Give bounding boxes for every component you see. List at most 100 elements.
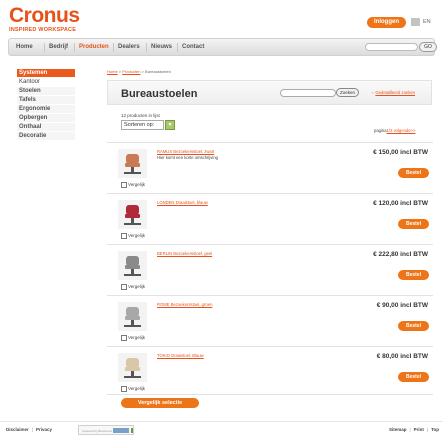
pagination-label: pagina bbox=[374, 128, 387, 133]
sidebar-item-systemen[interactable]: Systemen bbox=[17, 69, 75, 78]
nav-separator bbox=[44, 43, 45, 52]
compare-checkbox[interactable] bbox=[121, 386, 127, 392]
sidebar-item-tafels[interactable]: Tafels bbox=[17, 96, 75, 105]
divider bbox=[107, 394, 433, 395]
order-button[interactable]: Bestel bbox=[398, 270, 429, 280]
product-name-link[interactable]: BERLIN Bezoekersstoel, geel bbox=[157, 251, 212, 256]
compare-label: Vergelijk bbox=[128, 182, 146, 187]
sidebar: Systemen Kantoor Stoelen Tafels Ergonomi… bbox=[17, 69, 75, 141]
footer-separator: | bbox=[409, 427, 411, 432]
pagination-next-link[interactable]: 1/3 volgende>> bbox=[387, 128, 416, 133]
sidebar-item-stoelen[interactable]: Stoelen bbox=[17, 87, 75, 96]
order-button[interactable]: Bestel bbox=[398, 219, 429, 229]
divider bbox=[107, 142, 433, 143]
chevron-down-icon[interactable]: ▼ bbox=[165, 120, 175, 130]
header: Cronus INSPIRED WORKSPACE Inloggen EN bbox=[0, 0, 443, 38]
product-image[interactable] bbox=[118, 353, 147, 382]
product-image[interactable] bbox=[118, 251, 147, 280]
product-name-link[interactable]: ROME Bezoekersstoel, groen bbox=[157, 302, 212, 307]
search-button[interactable]: Zoeken bbox=[336, 88, 359, 97]
product-image[interactable] bbox=[118, 302, 147, 331]
flag-icon[interactable] bbox=[411, 18, 420, 26]
compare-label: Vergelijk bbox=[128, 335, 146, 340]
nav-item-producten[interactable]: Producten bbox=[79, 39, 109, 55]
breadcrumb: Home > Producten > Bureaustoelen bbox=[107, 69, 171, 74]
page-title: Bureaustoelen bbox=[121, 88, 198, 100]
sidebar-item-onthaal[interactable]: Onthaal bbox=[17, 123, 75, 132]
compare-checkbox[interactable] bbox=[121, 284, 127, 290]
sidebar-item-opbergen[interactable]: Opbergen bbox=[17, 114, 75, 123]
product-name-link[interactable]: RAMUS Bezoekersstoel, zwart bbox=[157, 149, 214, 154]
nav-item-contact[interactable]: Contact bbox=[182, 39, 204, 55]
divider bbox=[107, 244, 433, 245]
powered-by-badge[interactable]: powered by Bussiness bbox=[78, 425, 134, 435]
compare-checkbox[interactable] bbox=[121, 233, 127, 239]
product-count: 12 producten in lijst bbox=[121, 113, 160, 118]
footer-right-links: Sitemap | Print | Top bbox=[389, 426, 439, 434]
product-name-link[interactable]: TOKIO Draaistoel, Blauw bbox=[157, 353, 204, 358]
product-price: € 222,80 incl BTW bbox=[373, 251, 428, 258]
footer-separator: | bbox=[31, 427, 33, 432]
nav-item-home[interactable]: Home bbox=[16, 39, 33, 55]
compare-selection-button[interactable]: Vergelijk selectie bbox=[121, 398, 199, 408]
breadcrumb-producten[interactable]: Producten bbox=[122, 69, 140, 74]
product-price: € 80,00 incl BTW bbox=[376, 353, 428, 360]
footer-link-privacy[interactable]: Privacy bbox=[36, 427, 52, 432]
product-price: € 120,00 incl BTW bbox=[373, 200, 428, 207]
compare-label: Vergelijk bbox=[128, 386, 146, 391]
footer-link-print[interactable]: Print bbox=[414, 427, 424, 432]
product-search-input[interactable] bbox=[280, 89, 336, 97]
divider bbox=[107, 295, 433, 296]
nav-item-nieuws[interactable]: Nieuws bbox=[151, 39, 172, 55]
nav-separator bbox=[74, 43, 75, 52]
product-row: Vergelijk BERLIN Bezoekersstoel, geel € … bbox=[107, 248, 433, 298]
advanced-search-label: Gedetailleerd zoeken bbox=[375, 90, 415, 95]
product-price: € 90,00 incl BTW bbox=[376, 302, 428, 309]
product-description: Hier komt een korte omschrijving bbox=[157, 155, 218, 160]
product-image[interactable] bbox=[118, 149, 147, 178]
sort-select[interactable]: Sorteren op: bbox=[121, 120, 164, 130]
brand-logo-icon bbox=[113, 428, 129, 433]
divider bbox=[107, 193, 433, 194]
compare-label: Vergelijk bbox=[128, 284, 146, 289]
powered-by-text: powered by Bussiness bbox=[82, 429, 113, 433]
footer-link-disclaimer[interactable]: Disclaimer bbox=[6, 427, 29, 432]
nav-item-dealers[interactable]: Dealers bbox=[118, 39, 140, 55]
sidebar-item-ergonomie[interactable]: Ergonomie bbox=[17, 105, 75, 114]
sidebar-item-decoratie[interactable]: Decoratie bbox=[17, 132, 75, 141]
footer-left-links: Disclaimer | Privacy bbox=[6, 426, 52, 434]
logo-tagline: INSPIRED WORKSPACE bbox=[9, 27, 77, 33]
pagination: pagina1/3 volgende>> bbox=[374, 128, 415, 133]
product-image[interactable] bbox=[118, 200, 147, 229]
product-row: Vergelijk RAMUS Bezoekersstoel, zwart Hi… bbox=[107, 146, 433, 196]
nav-item-bedrijf[interactable]: Bedrijf bbox=[49, 39, 68, 55]
product-row: Vergelijk LONDEN Draaistoel, blauw € 120… bbox=[107, 197, 433, 247]
login-button[interactable]: Inloggen bbox=[367, 17, 406, 28]
sidebar-item-kantoor[interactable]: Kantoor bbox=[17, 78, 75, 87]
nav-separator bbox=[146, 43, 147, 52]
compare-label: Vergelijk bbox=[128, 233, 146, 238]
compare-checkbox[interactable] bbox=[121, 335, 127, 341]
logo-text: Cronus bbox=[9, 4, 80, 27]
main-navigation: Home Bedrijf Producten Dealers Nieuws Co… bbox=[8, 38, 437, 56]
breadcrumb-home[interactable]: Home bbox=[107, 69, 118, 74]
check-icon bbox=[131, 428, 133, 433]
product-name-link[interactable]: LONDEN Draaistoel, blauw bbox=[157, 200, 208, 205]
footer-link-sitemap[interactable]: Sitemap bbox=[389, 427, 407, 432]
language-switch[interactable]: EN bbox=[423, 18, 431, 26]
order-button[interactable]: Bestel bbox=[398, 372, 429, 382]
order-button[interactable]: Bestel bbox=[398, 168, 429, 178]
nav-separator bbox=[113, 43, 114, 52]
nav-separator bbox=[177, 43, 178, 52]
footer-link-top[interactable]: Top bbox=[431, 427, 439, 432]
compare-checkbox[interactable] bbox=[121, 182, 127, 188]
site-search-button[interactable]: GO bbox=[419, 42, 437, 52]
site-search-input[interactable] bbox=[365, 43, 418, 51]
cronus-logo[interactable]: Cronus INSPIRED WORKSPACE bbox=[9, 4, 80, 33]
product-price: € 150,00 incl BTW bbox=[373, 149, 428, 156]
advanced-search-link[interactable]: › Gedetailleerd zoeken bbox=[372, 90, 415, 95]
order-button[interactable]: Bestel bbox=[398, 321, 429, 331]
footer-separator: | bbox=[426, 427, 429, 432]
arrow-right-icon: › bbox=[372, 90, 374, 95]
breadcrumb-current: Bureaustoelen bbox=[145, 69, 171, 74]
